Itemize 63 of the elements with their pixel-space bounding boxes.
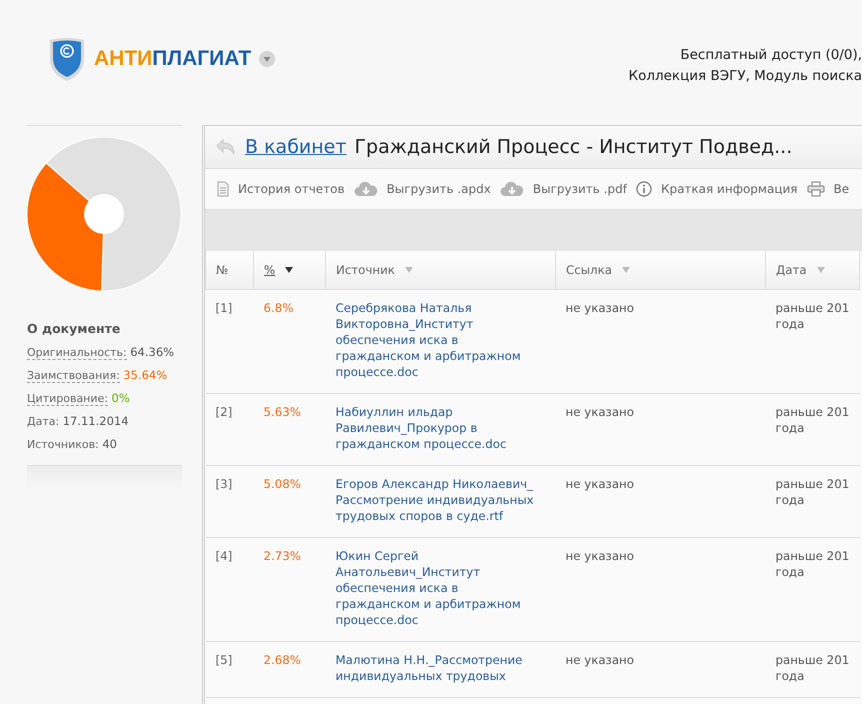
sort-arrow-icon bbox=[816, 267, 825, 273]
percent-cell: 5.08% bbox=[254, 466, 326, 538]
column-header[interactable]: Ссылка bbox=[556, 251, 766, 290]
date-cell: раньше 201 года bbox=[766, 466, 860, 538]
stat-value: 17.11.2014 bbox=[62, 414, 129, 428]
shield-icon bbox=[48, 36, 86, 82]
row-number: [1] bbox=[206, 290, 254, 394]
section-heading: О документе bbox=[27, 321, 122, 336]
stat-label: Заимствования: bbox=[27, 369, 120, 383]
date-cell: раньше 201 года bbox=[766, 642, 860, 698]
sort-arrow-icon bbox=[285, 267, 294, 273]
row-number: [2] bbox=[206, 394, 254, 466]
cloud-download-icon bbox=[354, 181, 378, 197]
source-link[interactable]: Егоров Александр Николаевич_ Рассмотрение индивидуальных трудовых споров в суде.rtf bbox=[326, 466, 556, 538]
source-link[interactable]: Малютина Н.Н._Рассмотрение индивидуальных трудовых bbox=[326, 642, 556, 698]
printer-icon bbox=[806, 181, 825, 197]
link-cell: не указано bbox=[556, 394, 766, 466]
account-info-text: Бесплатный доступ (0/0), bbox=[679, 46, 862, 65]
row-number: [4] bbox=[206, 538, 254, 642]
info-icon bbox=[636, 181, 652, 197]
stat-value: 0% bbox=[112, 391, 130, 405]
percent-cell: 2.68% bbox=[254, 642, 326, 698]
date-cell: раньше 201 года bbox=[766, 394, 860, 466]
document-icon bbox=[217, 181, 229, 197]
toolbar-link[interactable]: Выгрузить .apdx bbox=[386, 182, 491, 196]
column-header: № bbox=[206, 251, 254, 290]
sort-arrow-icon bbox=[622, 267, 630, 273]
dropdown-caret-icon[interactable] bbox=[259, 51, 276, 67]
link-cell: не указано bbox=[556, 642, 766, 698]
stat-label: Цитирование: bbox=[27, 392, 108, 406]
toolbar-link[interactable]: Ве bbox=[834, 182, 850, 196]
toolbar-link[interactable]: История отчетов bbox=[238, 182, 345, 196]
row-number: [5] bbox=[206, 642, 254, 698]
toolbar-link[interactable]: Краткая информация bbox=[660, 182, 798, 196]
back-link[interactable]: В кабинет bbox=[245, 136, 346, 158]
link-cell: не указано bbox=[556, 538, 766, 642]
link-cell: не указано bbox=[556, 290, 766, 394]
stat-label: Оригинальность: bbox=[27, 346, 127, 360]
link-cell: не указано bbox=[556, 466, 766, 538]
column-header[interactable]: Источник bbox=[326, 251, 556, 290]
stat-label: Дата: bbox=[27, 415, 60, 428]
column-header[interactable]: Дата bbox=[766, 251, 860, 290]
logo-text: ПЛАГИАТ bbox=[152, 47, 252, 70]
logo-text: АНТИ bbox=[94, 47, 152, 70]
report-title: Гражданский Процесс - Институт Подвед... bbox=[354, 136, 792, 158]
sort-arrow-icon bbox=[404, 267, 413, 273]
toolbar-link[interactable]: Выгрузить .pdf bbox=[532, 182, 627, 196]
stat-label: Источников: bbox=[27, 438, 99, 451]
stat-value: 35.64% bbox=[123, 368, 168, 382]
row-number: [3] bbox=[206, 466, 254, 538]
source-link[interactable]: Юкин Сергей Анатольевич_Институт обеспечения иска в гражданском и арбитражном процессе.doc bbox=[326, 538, 556, 642]
column-header[interactable]: % bbox=[254, 251, 326, 290]
source-link[interactable]: Набиуллин ильдар Равилевич_Прокурор в гражданском процессе.doc bbox=[326, 394, 556, 466]
stat-value: 40 bbox=[102, 437, 117, 451]
source-link[interactable]: Серебрякова Наталья Викторовна_Институт обеспечения иска в гражданском и арбитражном процессе.doc bbox=[326, 290, 556, 394]
date-cell: раньше 201 года bbox=[766, 290, 860, 394]
stat-value: 64.36% bbox=[130, 345, 174, 359]
percent-cell: 5.63% bbox=[254, 394, 326, 466]
account-info-text: Коллекция ВЭГУ, Модуль поиска bbox=[628, 67, 862, 86]
cloud-download-icon bbox=[500, 181, 524, 197]
percent-cell: 2.73% bbox=[254, 538, 326, 642]
percent-cell: 6.8% bbox=[254, 290, 326, 394]
date-cell: раньше 201 года bbox=[766, 538, 860, 642]
